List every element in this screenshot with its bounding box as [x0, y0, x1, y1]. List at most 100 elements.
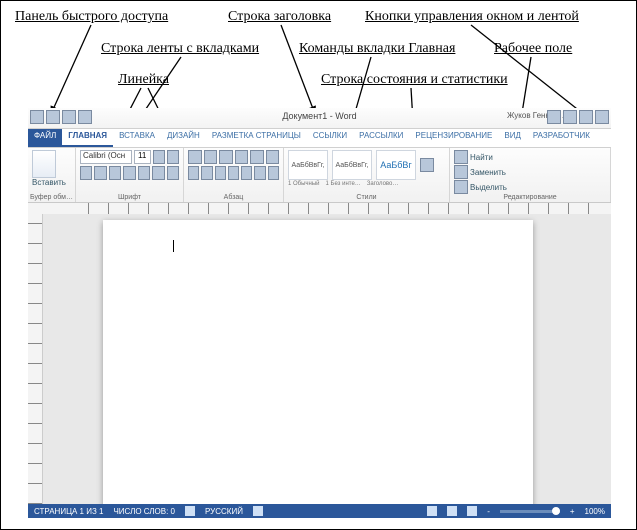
view-web-icon[interactable] [467, 506, 477, 516]
callout-workfield: Рабочее поле [494, 41, 572, 57]
document-page[interactable] [103, 220, 533, 504]
save-icon[interactable] [46, 110, 60, 124]
word-window: Документ1 - Word Жуков Геннад… ФАЙЛ ГЛАВ… [28, 108, 611, 518]
tab-references[interactable]: ССЫЛКИ [307, 129, 353, 147]
borders-icon[interactable] [268, 166, 279, 180]
ribbon: Вставить Буфер обм… Calibri (Осн 11 [28, 148, 611, 203]
style-normal[interactable]: АаБбВвГг, [288, 150, 328, 180]
tab-review[interactable]: РЕЦЕНЗИРОВАНИЕ [409, 129, 498, 147]
ribbon-opts-icon[interactable] [547, 110, 561, 124]
title-bar: Документ1 - Word Жуков Геннад… [28, 108, 611, 129]
callout-tabs: Строка ленты с вкладками [101, 41, 259, 57]
zoom-thumb[interactable] [552, 507, 560, 515]
page-viewport[interactable] [43, 214, 611, 504]
group-font-label: Шрифт [76, 194, 183, 201]
font-color-icon[interactable] [152, 166, 164, 180]
callout-statusbar: Строка состояния и статистики [321, 72, 508, 88]
replace-button[interactable]: Заменить [470, 168, 506, 177]
bullets-icon[interactable] [188, 150, 202, 164]
strike-icon[interactable] [123, 166, 135, 180]
tab-developer[interactable]: РАЗРАБОТЧИК [527, 129, 596, 147]
undo-icon[interactable] [62, 110, 76, 124]
line-spacing-icon[interactable] [241, 166, 252, 180]
multilevel-icon[interactable] [219, 150, 233, 164]
zoom-slider[interactable] [500, 510, 560, 513]
subscript-icon[interactable] [138, 166, 150, 180]
find-icon[interactable] [454, 150, 468, 164]
diagram-stage: Панель быстрого доступа Строка заголовка… [0, 0, 637, 530]
select-icon[interactable] [454, 180, 468, 194]
close-icon[interactable] [595, 110, 609, 124]
tab-mailings[interactable]: РАССЫЛКИ [353, 129, 409, 147]
tab-home[interactable]: ГЛАВНАЯ [62, 129, 113, 147]
style-normal-label: 1 Обычный [288, 181, 320, 187]
align-left-icon[interactable] [188, 166, 199, 180]
indent-dec-icon[interactable] [235, 150, 249, 164]
align-center-icon[interactable] [201, 166, 212, 180]
group-editing-label: Редактирование [450, 194, 610, 201]
group-clipboard-label: Буфер обм… [28, 194, 75, 201]
window-controls [547, 110, 609, 124]
indent-inc-icon[interactable] [250, 150, 264, 164]
grow-font-icon[interactable] [153, 150, 165, 164]
tab-insert[interactable]: ВСТАВКА [113, 129, 161, 147]
style-nospacing-label: 1 Без инте… [326, 181, 361, 187]
group-styles: АаБбВвГг, АаБбВвГг, АаБбВг 1 Обычный 1 Б… [284, 148, 450, 202]
tab-page-layout[interactable]: РАЗМЕТКА СТРАНИЦЫ [206, 129, 307, 147]
redo-icon[interactable] [78, 110, 92, 124]
style-heading1-label: Заголово… [367, 181, 399, 187]
zoom-out[interactable]: - [487, 507, 490, 516]
highlight-icon[interactable] [167, 166, 179, 180]
bold-icon[interactable] [80, 166, 92, 180]
italic-icon[interactable] [94, 166, 106, 180]
status-bar: СТРАНИЦА 1 ИЗ 1 ЧИСЛО СЛОВ: 0 РУССКИЙ - … [28, 504, 611, 518]
word-icon [30, 110, 44, 124]
group-styles-label: Стили [284, 194, 449, 201]
font-size-select[interactable]: 11 [134, 150, 151, 164]
macro-icon[interactable] [253, 506, 263, 516]
style-heading1[interactable]: АаБбВг [376, 150, 416, 180]
text-cursor [173, 240, 174, 252]
sort-icon[interactable] [266, 150, 280, 164]
tab-file[interactable]: ФАЙЛ [28, 129, 62, 147]
view-print-icon[interactable] [447, 506, 457, 516]
view-read-icon[interactable] [427, 506, 437, 516]
paste-button[interactable]: Вставить [32, 178, 71, 187]
document-title: Документ1 - Word [282, 111, 356, 121]
style-nospacing[interactable]: АаБбВвГг, [332, 150, 372, 180]
styles-more-icon[interactable] [420, 158, 434, 172]
status-lang[interactable]: РУССКИЙ [205, 507, 243, 516]
minimize-icon[interactable] [563, 110, 577, 124]
tab-design[interactable]: ДИЗАЙН [161, 129, 206, 147]
shading-icon[interactable] [254, 166, 265, 180]
select-button[interactable]: Выделить [470, 183, 507, 192]
ruler-vertical[interactable] [28, 214, 43, 504]
tab-view[interactable]: ВИД [498, 129, 527, 147]
group-clipboard: Вставить Буфер обм… [28, 148, 76, 202]
status-words[interactable]: ЧИСЛО СЛОВ: 0 [113, 507, 175, 516]
maximize-icon[interactable] [579, 110, 593, 124]
work-area [28, 214, 611, 504]
zoom-in[interactable]: + [570, 507, 575, 516]
replace-icon[interactable] [454, 165, 468, 179]
group-paragraph: Абзац [184, 148, 284, 202]
paste-icon[interactable] [32, 150, 56, 178]
group-editing: Найти Заменить Выделить Редактирование [450, 148, 611, 202]
underline-icon[interactable] [109, 166, 121, 180]
numbering-icon[interactable] [204, 150, 218, 164]
callout-winbtns: Кнопки управления окном и лентой [365, 9, 579, 25]
find-button[interactable]: Найти [470, 153, 493, 162]
spellcheck-icon[interactable] [185, 506, 195, 516]
font-family-select[interactable]: Calibri (Осн [80, 150, 132, 164]
callout-ruler: Линейка [118, 72, 169, 88]
quick-access-toolbar [30, 110, 92, 124]
callout-qat: Панель быстрого доступа [15, 9, 168, 25]
callout-home-cmds: Команды вкладки Главная [299, 41, 455, 57]
status-page[interactable]: СТРАНИЦА 1 ИЗ 1 [34, 507, 103, 516]
ribbon-tabs: ФАЙЛ ГЛАВНАЯ ВСТАВКА ДИЗАЙН РАЗМЕТКА СТР… [28, 129, 611, 148]
shrink-font-icon[interactable] [167, 150, 179, 164]
align-right-icon[interactable] [215, 166, 226, 180]
zoom-value[interactable]: 100% [585, 507, 605, 516]
justify-icon[interactable] [228, 166, 239, 180]
callout-titlebar: Строка заголовка [228, 9, 331, 25]
